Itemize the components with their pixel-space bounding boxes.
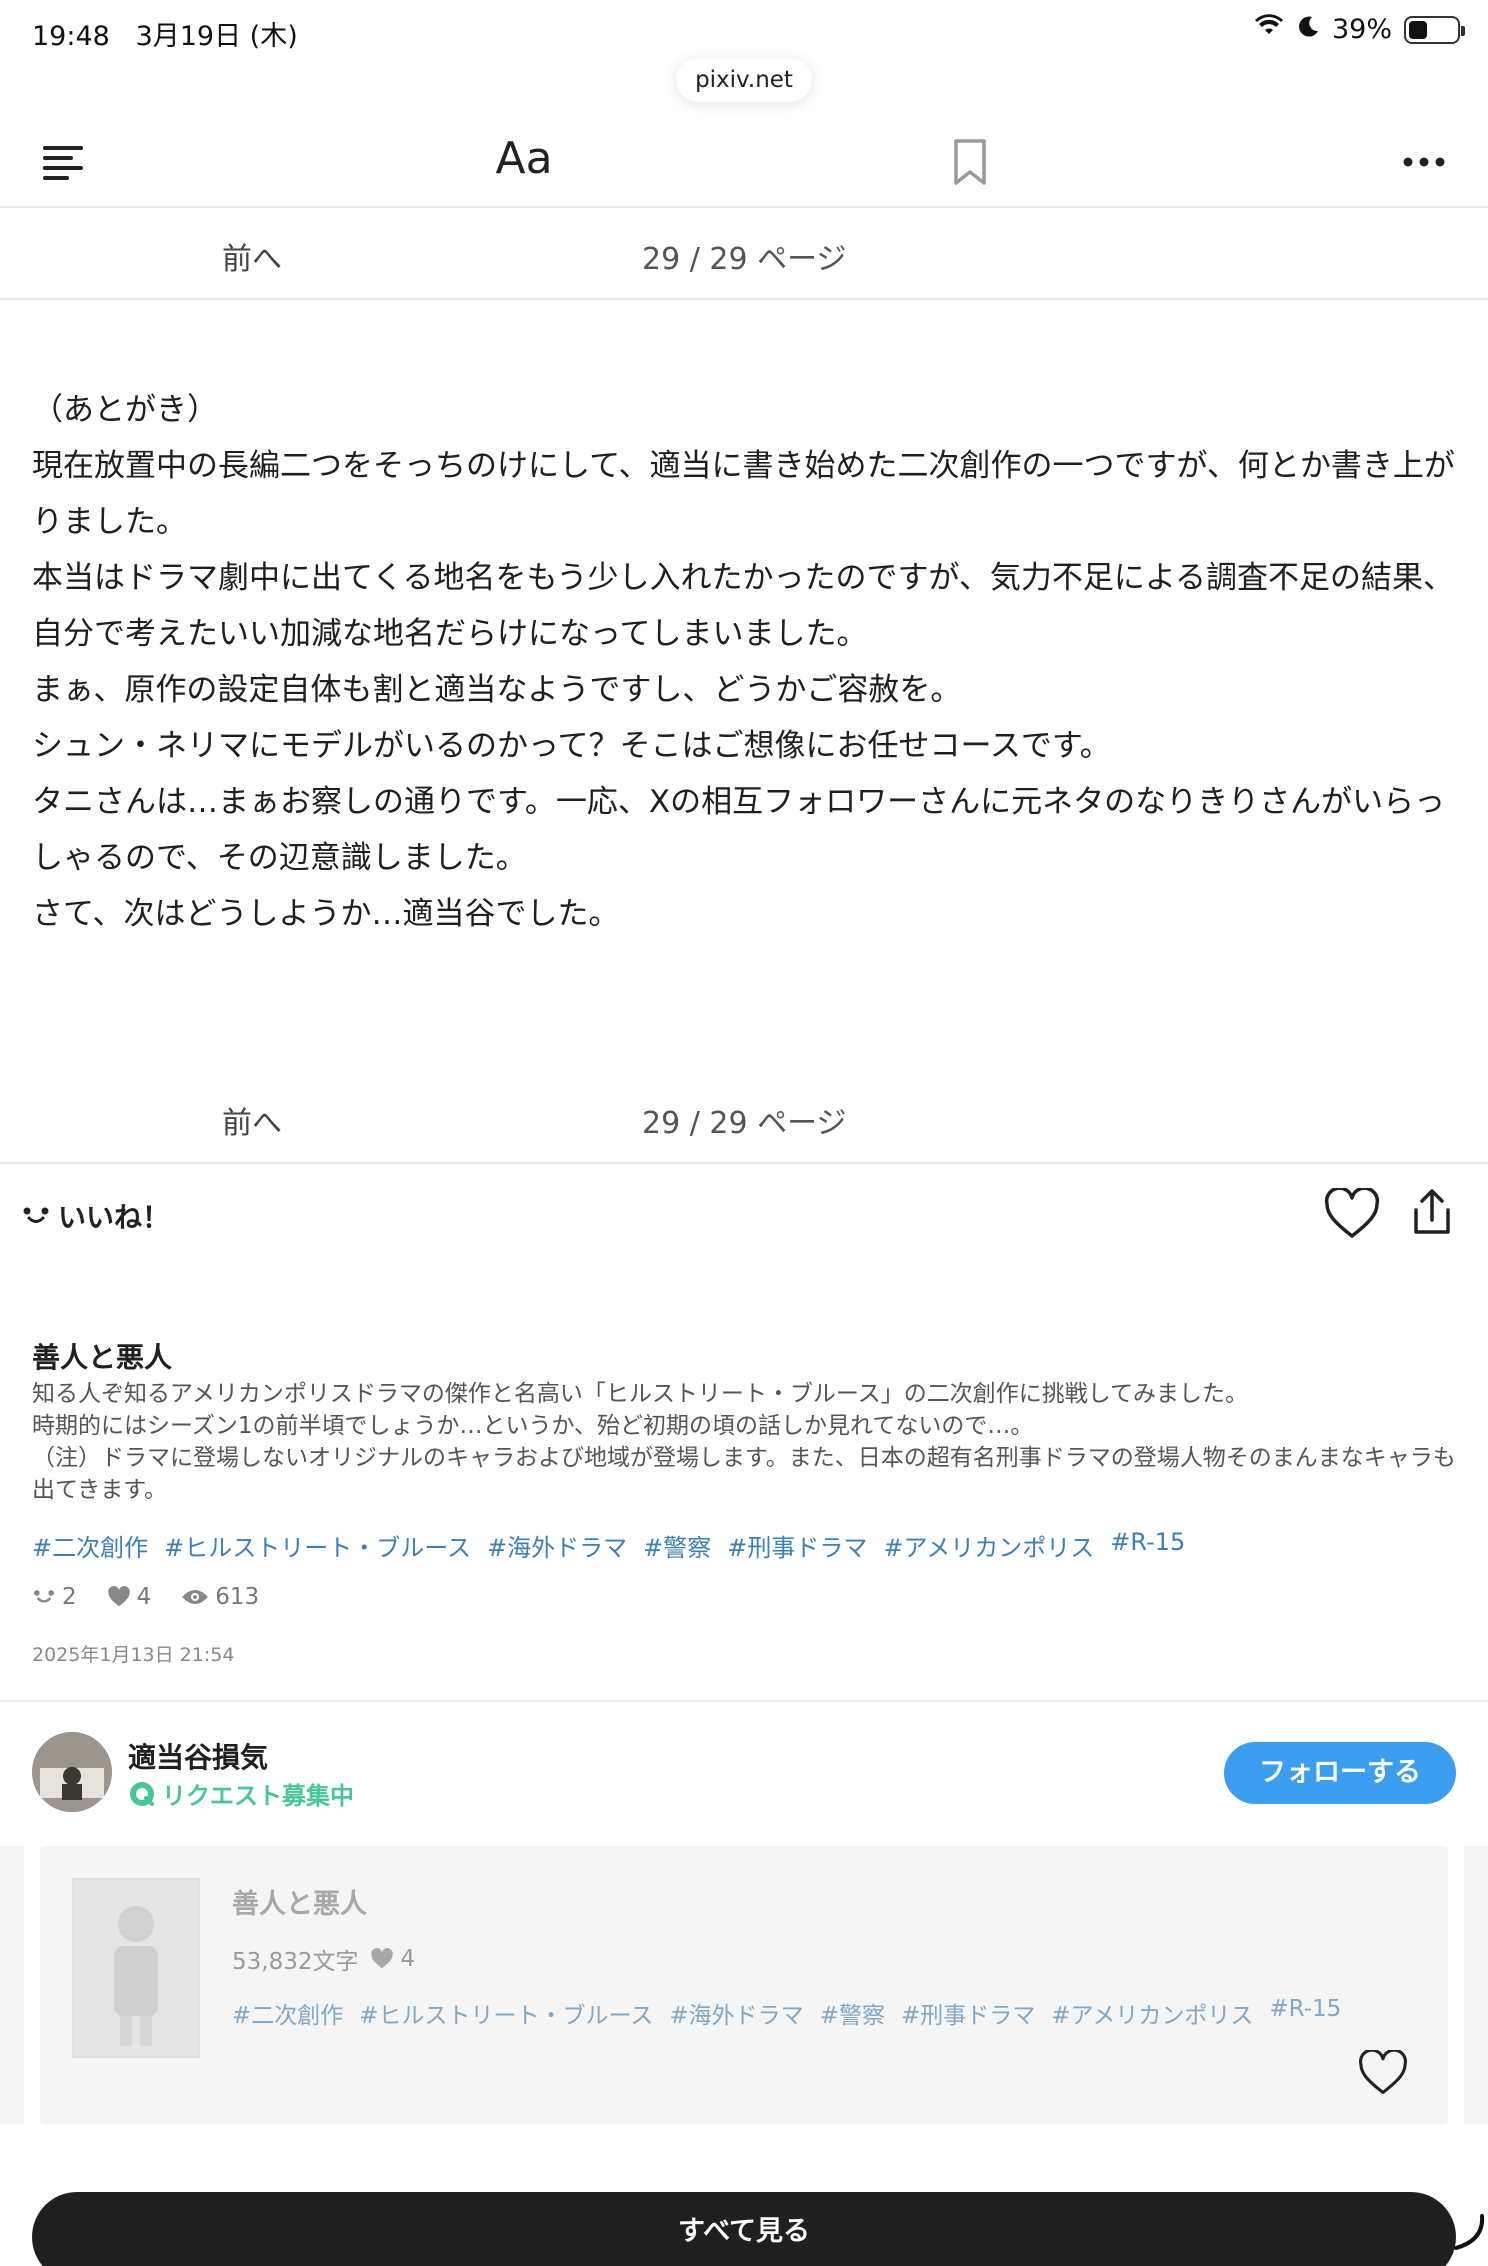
work-stats: 2 4 613 (32, 1584, 259, 1610)
eye-icon (182, 1590, 209, 1604)
afterword-line: さて、次はどうしようか…適当谷でした。 (32, 896, 620, 932)
bookmark-button[interactable] (944, 136, 996, 188)
see-all-button[interactable]: すべて見る (32, 2192, 1456, 2266)
more-options-button[interactable] (1398, 136, 1450, 188)
menu-button[interactable] (38, 136, 90, 188)
status-indicators: 39% (1254, 14, 1465, 45)
tag-link[interactable]: #R-15 (1269, 1996, 1341, 2030)
tag-link[interactable]: #二次創作 (32, 1528, 148, 1563)
view-count-value: 613 (215, 1584, 260, 1610)
carousel-next-card[interactable] (1464, 1846, 1488, 2124)
view-count: 613 (181, 1584, 259, 1610)
tag-link[interactable]: #海外ドラマ (487, 1528, 627, 1563)
author-name[interactable]: 適当谷損気 (128, 1736, 268, 1776)
pager-top: 前へ 29 / 29 ページ (0, 208, 1488, 300)
share-button[interactable] (1410, 1188, 1454, 1242)
afterword-line: （あとがき） (32, 392, 218, 428)
work-tags: #二次創作 #ヒルストリート・ブルース #海外ドラマ #警察 #刑事ドラマ #ア… (32, 1528, 1185, 1563)
afterword-line: タニさんは…まぁお察しの通りです。一応、Xの相互フォロワーさんに元ネタのなりきり… (32, 784, 1446, 876)
card-bookmark-count: 4 (370, 1946, 415, 1972)
card-heart-button[interactable] (1358, 2048, 1408, 2100)
wifi-icon (1254, 14, 1284, 45)
card-title[interactable]: 善人と悪人 (232, 1882, 367, 1921)
afterword-line: まぁ、原作の設定自体も割と適当なようですし、どうかご容赦を。 (32, 672, 962, 708)
follow-button[interactable]: フォローする (1224, 1742, 1456, 1804)
afterword-line: 現在放置中の長編二つをそっちのけにして、適当に書き始めた二次創作の一つですが、何… (32, 448, 1455, 540)
like-label: いいね！ (58, 1201, 171, 1234)
smile-icon (23, 1207, 49, 1223)
tag-link[interactable]: #アメリカンポリス (883, 1528, 1094, 1563)
carousel-prev-card[interactable] (0, 1846, 24, 2124)
thumbnail-image (74, 1880, 198, 2056)
work-title[interactable]: 善人と悪人 (32, 1336, 172, 1376)
card-meta: 53,832文字 4 (232, 1942, 415, 1976)
reader-toolbar: Aa (0, 112, 1488, 208)
like-row: いいね！ (0, 1166, 1488, 1266)
request-badge[interactable]: リクエスト募集中 (128, 1776, 354, 1811)
tag-link[interactable]: #R-15 (1110, 1528, 1185, 1563)
bookmark-count: 4 (107, 1584, 152, 1610)
font-settings-button[interactable]: Aa (488, 132, 560, 184)
prev-page-link[interactable]: 前へ (222, 1098, 282, 1142)
curve-icon (1452, 2214, 1486, 2254)
request-label: リクエスト募集中 (162, 1782, 354, 1810)
smile-icon (34, 1590, 54, 1603)
status-time: 19:48 3月19日 (木) (32, 14, 298, 53)
section-divider (0, 1700, 1488, 1702)
url-pill[interactable]: pixiv.net (676, 58, 812, 102)
card-bookmark-value: 4 (400, 1946, 416, 1972)
status-bar: 19:48 3月19日 (木) 39% (0, 0, 1488, 64)
pager-bottom: 前へ 29 / 29 ページ (0, 1072, 1488, 1164)
tag-link[interactable]: #二次創作 (232, 1996, 343, 2030)
heart-icon (1324, 1186, 1380, 1238)
heart-icon (107, 1586, 130, 1607)
share-icon (1414, 1189, 1450, 1234)
like-count-value: 2 (62, 1584, 77, 1610)
tag-link[interactable]: #刑事ドラマ (727, 1528, 867, 1563)
status-date: 3月19日 (木) (135, 21, 298, 52)
request-icon (130, 1781, 154, 1806)
prev-page-link[interactable]: 前へ (222, 234, 282, 278)
tag-link[interactable]: #ヒルストリート・ブルース (164, 1528, 471, 1563)
battery-icon (1404, 15, 1465, 44)
like-count: 2 (32, 1584, 77, 1610)
work-date: 2025年1月13日 21:54 (32, 1644, 235, 1666)
page-count[interactable]: 29 / 29 ページ (642, 1098, 846, 1142)
work-description: 知る人ぞ知るアメリカンポリスドラマの傑作と名高い「ヒルストリート・ブルース」の二… (32, 1378, 1462, 1506)
heart-icon (1359, 2048, 1407, 2095)
tag-link[interactable]: #刑事ドラマ (901, 1996, 1035, 2030)
description-line: 知る人ぞ知るアメリカンポリスドラマの傑作と名高い「ヒルストリート・ブルース」の二… (32, 1381, 1249, 1407)
afterword-line: シュン・ネリマにモデルがいるのかって？そこはご想像にお任せコースです。 (32, 728, 1111, 764)
list-menu-icon (43, 146, 83, 180)
bookmark-count-value: 4 (136, 1584, 152, 1610)
afterword-text: （あとがき） 現在放置中の長編二つをそっちのけにして、適当に書き始めた二次創作の… (32, 382, 1462, 942)
afterword-line: 本当はドラマ劇中に出てくる地名をもう少し入れたかったのですが、気力不足による調査… (32, 560, 1454, 652)
avatar-image (32, 1732, 112, 1812)
tag-link[interactable]: #警察 (820, 1996, 885, 2030)
description-line: 時期的にはシーズン1の前半頃でしょうか…というか、殆ど初期の頃の話しか見れてない… (32, 1413, 1034, 1439)
tag-link[interactable]: #アメリカンポリス (1051, 1996, 1253, 2030)
moon-icon (1296, 14, 1320, 45)
tag-link[interactable]: #ヒルストリート・ブルース (359, 1996, 653, 2030)
work-thumbnail[interactable] (72, 1878, 200, 2058)
tag-link[interactable]: #海外ドラマ (669, 1996, 803, 2030)
heart-icon (371, 1948, 394, 1969)
tag-link[interactable]: #警察 (643, 1528, 711, 1563)
char-count: 53,832文字 (232, 1949, 359, 1975)
battery-percent: 39% (1331, 14, 1392, 45)
ellipsis-icon (1403, 157, 1445, 167)
status-clock: 19:48 (32, 21, 110, 52)
series-work-card[interactable]: 善人と悪人 53,832文字 4 #二次創作 #ヒルストリート・ブルース #海外… (40, 1846, 1448, 2124)
like-action[interactable]: いいね！ (22, 1196, 170, 1236)
description-line: （注）ドラマに登場しないオリジナルのキャラおよび地域が登場します。また、日本の超… (32, 1445, 1456, 1503)
page-count[interactable]: 29 / 29 ページ (642, 234, 846, 278)
author-avatar[interactable] (32, 1732, 112, 1812)
heart-button[interactable] (1324, 1186, 1380, 1244)
pixiv-novel-page: 19:48 3月19日 (木) 39% pixiv.net Aa 前へ 29 /… (0, 0, 1488, 2266)
bookmark-icon (954, 139, 986, 185)
card-tags: #二次創作 #ヒルストリート・ブルース #海外ドラマ #警察 #刑事ドラマ #ア… (232, 1996, 1341, 2030)
battery-level (1409, 20, 1427, 39)
